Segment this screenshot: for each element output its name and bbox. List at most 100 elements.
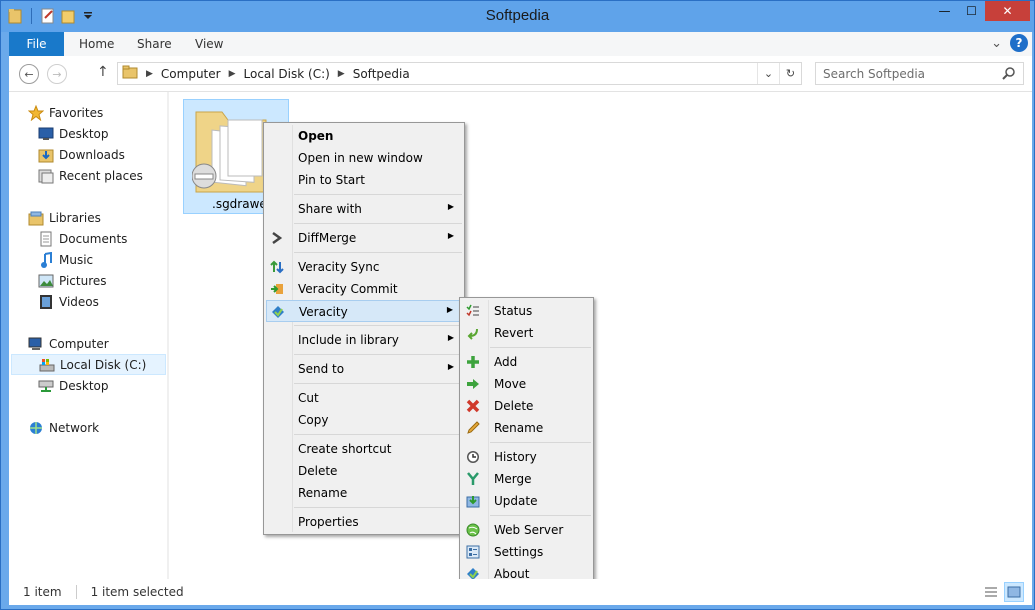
- submenu-item-move[interactable]: Move: [462, 373, 591, 395]
- submenu-item-history[interactable]: History: [462, 446, 591, 468]
- maximize-button[interactable]: ☐: [958, 1, 985, 21]
- menu-separator: [294, 194, 462, 195]
- history-icon: [465, 449, 481, 465]
- sidebar-group-libraries[interactable]: Libraries: [27, 207, 185, 228]
- details-view-icon[interactable]: [981, 582, 1001, 602]
- network-icon: [27, 420, 45, 436]
- search-icon[interactable]: [1002, 66, 1016, 83]
- expand-ribbon-icon[interactable]: ⌄: [991, 36, 1002, 51]
- menu-item-properties[interactable]: Properties: [266, 511, 462, 533]
- submenu-arrow-icon: ▶: [447, 333, 454, 342]
- downloads-icon: [37, 147, 55, 163]
- sidebar-item-desktop-drive[interactable]: Desktop: [37, 375, 195, 396]
- tab-file[interactable]: File: [9, 32, 64, 56]
- menu-separator: [490, 347, 591, 348]
- sidebar-item-desktop[interactable]: Desktop: [37, 123, 195, 144]
- sidebar-group-favorites[interactable]: Favorites: [27, 102, 185, 123]
- minimize-button[interactable]: —: [931, 1, 958, 21]
- window-controls: — ☐ ✕: [931, 1, 1030, 21]
- address-dropdown-button[interactable]: ⌄: [757, 63, 779, 84]
- up-button[interactable]: ↑: [97, 64, 109, 80]
- menu-item-delete[interactable]: Delete: [266, 460, 462, 482]
- back-button[interactable]: ←: [19, 64, 39, 84]
- breadcrumb-local-disk[interactable]: Local Disk (C:): [244, 67, 330, 81]
- breadcrumb-computer[interactable]: Computer: [161, 67, 221, 81]
- pane-divider[interactable]: [167, 92, 169, 579]
- chevron-right-icon[interactable]: ▶: [338, 69, 345, 79]
- menu-item-rename[interactable]: Rename: [266, 482, 462, 504]
- menu-item-copy[interactable]: Copy: [266, 409, 462, 431]
- revert-icon: [465, 325, 481, 341]
- sidebar-item-pictures[interactable]: Pictures: [37, 270, 195, 291]
- submenu-arrow-icon: ▶: [447, 202, 454, 211]
- submenu-item-rename[interactable]: Rename: [462, 417, 591, 439]
- view-buttons: [981, 582, 1024, 602]
- refresh-button[interactable]: ↻: [779, 63, 801, 84]
- forward-button[interactable]: →: [47, 64, 67, 84]
- veracity-icon: [270, 304, 286, 320]
- submenu-item-web-server[interactable]: Web Server: [462, 519, 591, 541]
- menu-item-open-new-window[interactable]: Open in new window: [266, 147, 462, 169]
- veracity-submenu: Status Revert Add Move Delete Rename His…: [459, 297, 594, 587]
- menu-separator: [294, 507, 462, 508]
- submenu-item-merge[interactable]: Merge: [462, 468, 591, 490]
- sidebar-item-recent-places[interactable]: Recent places: [37, 165, 195, 186]
- submenu-item-settings[interactable]: Settings: [462, 541, 591, 563]
- menu-item-include-in-library[interactable]: Include in library ▶: [266, 329, 462, 351]
- submenu-item-status[interactable]: Status: [462, 300, 591, 322]
- submenu-item-delete[interactable]: Delete: [462, 395, 591, 417]
- sidebar-item-downloads[interactable]: Downloads: [37, 144, 195, 165]
- menu-item-share-with[interactable]: Share with ▶: [266, 198, 462, 220]
- sidebar-group-computer[interactable]: Computer: [27, 333, 185, 354]
- music-icon: [37, 251, 55, 268]
- sidebar-item-music[interactable]: Music: [37, 249, 195, 270]
- close-button[interactable]: ✕: [985, 1, 1030, 21]
- menu-separator: [294, 383, 462, 384]
- tab-home[interactable]: Home: [79, 37, 114, 51]
- menu-item-cut[interactable]: Cut: [266, 387, 462, 409]
- tab-view[interactable]: View: [195, 37, 223, 51]
- videos-icon: [37, 294, 55, 310]
- folder-icon: [122, 65, 138, 82]
- menu-item-send-to[interactable]: Send to ▶: [266, 358, 462, 380]
- add-icon: [465, 354, 481, 370]
- menu-separator: [294, 354, 462, 355]
- large-icons-view-icon[interactable]: [1004, 582, 1024, 602]
- pictures-icon: [37, 273, 55, 289]
- sidebar-item-videos[interactable]: Videos: [37, 291, 195, 312]
- menu-item-open[interactable]: Open: [266, 125, 462, 147]
- context-menu: Open Open in new window Pin to Start Sha…: [263, 122, 465, 535]
- status-icon: [465, 303, 481, 319]
- chevron-right-icon[interactable]: ▶: [229, 69, 236, 79]
- title-bar: Softpedia — ☐ ✕: [1, 1, 1034, 32]
- address-bar[interactable]: ▶ Computer ▶ Local Disk (C:) ▶ Softpedia…: [117, 62, 802, 85]
- menu-separator: [294, 223, 462, 224]
- sidebar-item-local-disk[interactable]: Local Disk (C:): [11, 354, 166, 375]
- breadcrumb-softpedia[interactable]: Softpedia: [353, 67, 410, 81]
- sync-icon: [269, 259, 285, 275]
- menu-item-diffmerge[interactable]: DiffMerge ▶: [266, 227, 462, 249]
- tab-share[interactable]: Share: [137, 37, 172, 51]
- sidebar-group-network[interactable]: Network: [27, 417, 185, 438]
- desktop-icon: [37, 126, 55, 142]
- item-count: 1 item: [23, 585, 62, 599]
- sidebar-item-documents[interactable]: Documents: [37, 228, 195, 249]
- drive-icon: [38, 357, 56, 373]
- search-input[interactable]: Search Softpedia: [815, 62, 1024, 85]
- folder-icon: [191, 106, 272, 199]
- update-icon: [465, 493, 481, 509]
- settings-icon: [465, 544, 481, 560]
- submenu-item-revert[interactable]: Revert: [462, 322, 591, 344]
- web-server-icon: [465, 522, 481, 538]
- submenu-item-add[interactable]: Add: [462, 351, 591, 373]
- menu-item-veracity-sync[interactable]: Veracity Sync: [266, 256, 462, 278]
- menu-separator: [490, 515, 591, 516]
- menu-item-veracity[interactable]: Veracity ▶: [266, 300, 462, 322]
- menu-item-veracity-commit[interactable]: Veracity Commit: [266, 278, 462, 300]
- chevron-right-icon[interactable]: ▶: [146, 69, 153, 79]
- menu-item-pin-to-start[interactable]: Pin to Start: [266, 169, 462, 191]
- help-icon[interactable]: ?: [1010, 34, 1028, 52]
- submenu-item-update[interactable]: Update: [462, 490, 591, 512]
- menu-item-create-shortcut[interactable]: Create shortcut: [266, 438, 462, 460]
- search-placeholder: Search Softpedia: [823, 66, 926, 81]
